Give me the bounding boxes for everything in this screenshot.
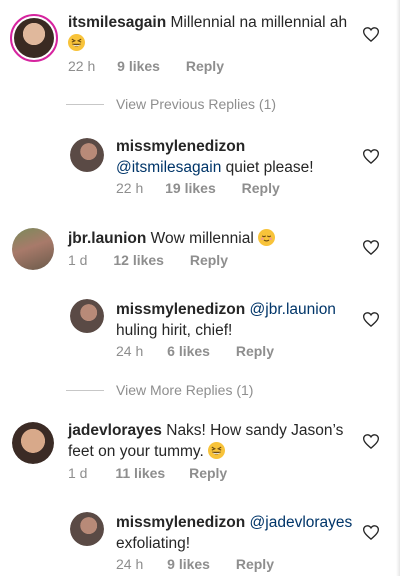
avatar[interactable] bbox=[70, 299, 104, 333]
likes-count[interactable]: 9 likes bbox=[167, 556, 210, 572]
avatar[interactable] bbox=[10, 14, 58, 62]
comment-meta: 24 h 9 likes Reply bbox=[116, 556, 274, 572]
username[interactable]: missmylenedizon bbox=[116, 514, 245, 531]
view-previous-replies-label[interactable]: View Previous Replies (1) bbox=[116, 96, 276, 112]
likes-count[interactable]: 12 likes bbox=[113, 252, 164, 268]
scroll-edge bbox=[396, 0, 400, 576]
heart-icon[interactable] bbox=[363, 149, 379, 164]
comment-meta: 22 h 9 likes Reply bbox=[68, 58, 224, 74]
view-more-replies-label[interactable]: View More Replies (1) bbox=[116, 382, 253, 398]
comment-message: Millennial na millennial ah bbox=[166, 14, 348, 31]
username[interactable]: missmylenedizon bbox=[116, 301, 245, 318]
comment-message: Wow millennial bbox=[146, 230, 259, 247]
comment-message: huling hirit, chief! bbox=[116, 322, 233, 339]
timestamp: 22 h bbox=[68, 58, 96, 74]
comment-message: exfoliating! bbox=[116, 535, 191, 552]
avatar[interactable] bbox=[12, 228, 54, 270]
timestamp: 24 h bbox=[116, 343, 144, 359]
comments-screen: itsmilesagain Millennial na millennial a… bbox=[0, 0, 400, 576]
comment-message: quiet please! bbox=[221, 159, 314, 176]
heart-icon[interactable] bbox=[363, 27, 379, 42]
heart-icon[interactable] bbox=[363, 312, 379, 327]
heart-icon[interactable] bbox=[363, 434, 379, 449]
comment-meta: 1 d 11 likes Reply bbox=[68, 465, 227, 481]
comment-meta: 1 d 12 likes Reply bbox=[68, 252, 228, 268]
divider-line bbox=[66, 389, 104, 391]
timestamp: 1 d bbox=[68, 465, 88, 481]
mention-link[interactable]: @jbr.launion bbox=[250, 301, 336, 318]
heart-icon[interactable] bbox=[363, 240, 379, 255]
avatar[interactable] bbox=[70, 138, 104, 172]
timestamp: 24 h bbox=[116, 556, 144, 572]
comment-text: missmylenedizon @jbr.launion huling hiri… bbox=[116, 299, 386, 341]
comment-meta: 24 h 6 likes Reply bbox=[116, 343, 274, 359]
relieved-face-emoji-icon bbox=[258, 229, 276, 246]
likes-count[interactable]: 19 likes bbox=[165, 180, 216, 196]
timestamp: 22 h bbox=[116, 180, 144, 196]
heart-icon[interactable] bbox=[363, 525, 379, 540]
timestamp: 1 d bbox=[68, 252, 88, 268]
likes-count[interactable]: 6 likes bbox=[167, 343, 210, 359]
username[interactable]: jbr.launion bbox=[68, 230, 146, 247]
reply-button[interactable]: Reply bbox=[242, 180, 280, 196]
username[interactable]: jadevlorayes bbox=[68, 422, 162, 439]
username[interactable]: missmylenedizon bbox=[116, 138, 245, 155]
username[interactable]: itsmilesagain bbox=[68, 14, 166, 31]
avatar[interactable] bbox=[12, 422, 54, 464]
avatar[interactable] bbox=[70, 512, 104, 546]
mention-link[interactable]: @jadevlorayes bbox=[250, 514, 353, 531]
reply-button[interactable]: Reply bbox=[186, 58, 224, 74]
comment-message: Naks! How sandy Jason’s bbox=[161, 422, 344, 439]
view-more-replies[interactable]: View More Replies (1) bbox=[66, 382, 253, 398]
comment-text: missmylenedizon @itsmilesagain quiet ple… bbox=[116, 136, 386, 178]
likes-count[interactable]: 9 likes bbox=[117, 58, 160, 74]
grinning-squinting-face-emoji-icon bbox=[68, 34, 85, 51]
divider-line bbox=[66, 103, 104, 105]
comment-message-continued: feet on your tummy. bbox=[68, 443, 209, 460]
reply-button[interactable]: Reply bbox=[189, 465, 227, 481]
reply-button[interactable]: Reply bbox=[236, 343, 274, 359]
comment-text: missmylenedizon @jadevlorayes exfoliatin… bbox=[116, 512, 386, 554]
comment-text: jbr.launion Wow millennial bbox=[68, 228, 368, 249]
comment-text: jadevlorayes Naks! How sandy Jason’s fee… bbox=[68, 420, 368, 462]
reply-button[interactable]: Reply bbox=[190, 252, 228, 268]
comment-meta: 22 h 19 likes Reply bbox=[116, 180, 280, 196]
grinning-squinting-face-emoji-icon bbox=[208, 442, 226, 459]
view-previous-replies[interactable]: View Previous Replies (1) bbox=[66, 96, 276, 112]
likes-count[interactable]: 11 likes bbox=[115, 465, 165, 481]
reply-button[interactable]: Reply bbox=[236, 556, 274, 572]
comment-text: itsmilesagain Millennial na millennial a… bbox=[68, 12, 368, 54]
mention-link[interactable]: @itsmilesagain bbox=[116, 159, 221, 176]
